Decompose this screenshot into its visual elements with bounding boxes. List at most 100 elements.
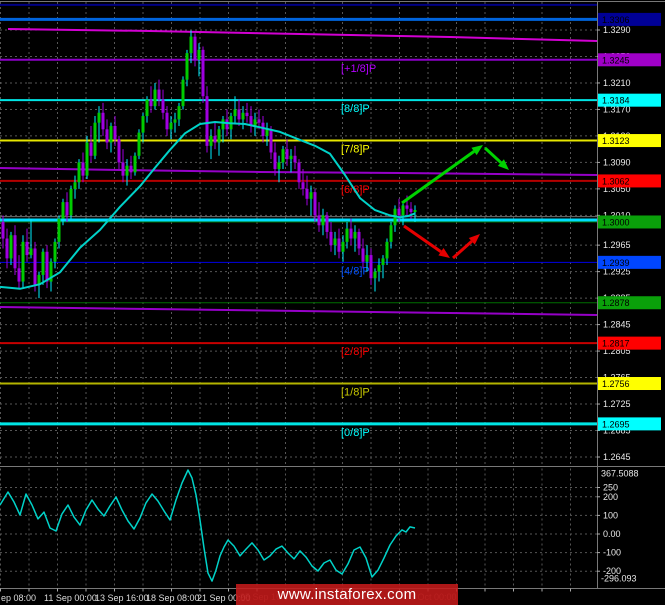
candle-body — [325, 215, 329, 232]
candle-body — [173, 119, 177, 123]
indicator-max-label: 367.5088 — [601, 469, 639, 479]
indicator-min-label: -296.093 — [601, 574, 637, 584]
candle-body — [45, 251, 49, 282]
candle-body — [277, 162, 281, 170]
green-pullback-arrow — [483, 146, 502, 164]
candle-body — [205, 96, 209, 146]
price-tick-label: 1.3210 — [603, 78, 631, 88]
time-label: 11 Sep 00:00 — [44, 593, 97, 603]
candle-body — [153, 89, 157, 107]
candle-body — [125, 165, 129, 176]
candle-body — [337, 238, 341, 252]
candle-body — [65, 202, 69, 216]
candle-body — [53, 241, 57, 262]
candle-body — [109, 125, 113, 143]
candle-body — [13, 235, 17, 269]
time-label: 18 Sep 08:00 — [146, 593, 200, 603]
price-level-badge-value: 1.3123 — [602, 136, 630, 146]
candle-body — [133, 155, 137, 173]
time-label: ep 08:00 — [1, 593, 36, 603]
candle-body — [77, 162, 81, 183]
candle-body — [181, 79, 185, 107]
candle-body — [241, 112, 245, 120]
candle-body — [81, 162, 85, 176]
candle-body — [165, 112, 169, 130]
candle-body — [89, 142, 93, 156]
watermark-banner: www.instaforex.com — [236, 584, 458, 605]
indicator-tick-label: 100 — [603, 510, 618, 520]
murrey-level-label: [7/8]P — [341, 144, 370, 156]
candlestick-chart[interactable]: [+1/8]P[8/8]P[7/8]P[6/8]P[4/8]P[2/8]P[1/… — [0, 0, 665, 605]
candle-body — [341, 241, 345, 252]
murrey-level-label: [4/8]P — [341, 265, 370, 277]
candle-body — [321, 215, 325, 226]
candle-body — [141, 116, 145, 133]
candle-body — [353, 231, 357, 239]
candle-body — [357, 231, 361, 249]
candle-body — [225, 119, 229, 130]
candle-body — [373, 271, 377, 279]
candle-body — [1, 221, 5, 239]
candle-body — [377, 265, 381, 272]
murrey-level-label: [1/8]P — [341, 387, 370, 399]
candle-body — [101, 112, 105, 130]
indicator-tick-label: 200 — [603, 492, 618, 502]
candle-body — [41, 251, 45, 275]
candle-body — [221, 119, 225, 130]
candle-body — [233, 109, 237, 117]
price-tick-label: 1.2725 — [603, 399, 631, 409]
candle-body — [269, 129, 273, 153]
indicator-axis[interactable]: 367.50882502001000.00-100-200-296.093 — [597, 469, 639, 584]
candle-body — [409, 208, 413, 213]
candle-body — [265, 129, 269, 136]
candle-body — [209, 135, 213, 146]
candle-body — [257, 119, 261, 123]
price-level-badge-value: 1.2695 — [602, 419, 630, 429]
price-level-badge-value: 1.3245 — [602, 55, 630, 65]
candle-body — [73, 182, 77, 189]
candle-body — [365, 255, 369, 262]
price-level-badge-value: 1.3062 — [602, 176, 630, 186]
candle-body — [17, 268, 21, 282]
candle-body — [245, 112, 249, 117]
grid — [0, 2, 597, 589]
candle-body — [397, 208, 401, 216]
candle-body — [289, 155, 293, 160]
candle-body — [189, 36, 193, 54]
candle-body — [285, 149, 289, 160]
candle-body — [385, 241, 389, 259]
candle-body — [57, 218, 61, 242]
murrey-level-label: [0/8]P — [341, 427, 370, 439]
green-up-arrow — [401, 150, 475, 205]
murrey-level-label: [8/8]P — [341, 103, 370, 115]
candle-body — [361, 248, 365, 262]
candle-body — [293, 155, 297, 163]
candle-body — [193, 36, 197, 60]
indicator-tick-label: 0.00 — [603, 529, 621, 539]
mt4-chart-window: [+1/8]P [8/8]P [7/8]P [6/8]P [4/8]P [2/8]P [1/… — [0, 0, 665, 605]
candle-body — [25, 241, 29, 256]
candle-body — [5, 238, 9, 259]
candle-body — [149, 99, 153, 107]
price-level-badge-value: 1.2878 — [602, 298, 630, 308]
candle-body — [197, 49, 201, 60]
time-label: 13 Sep 16:00 — [95, 593, 149, 603]
candle-body — [177, 106, 181, 120]
red-rebound-arrow — [452, 240, 473, 260]
price-tick-label: 1.2845 — [603, 320, 631, 330]
candle-body — [185, 53, 189, 80]
candle-body — [145, 99, 149, 117]
candle-body — [121, 162, 125, 176]
candle-body — [217, 129, 221, 143]
candle-body — [345, 228, 349, 242]
candle-body — [161, 99, 165, 113]
red-down-arrow — [403, 224, 442, 253]
price-axis[interactable]: 1.32901.32501.32101.31701.31301.30901.30… — [597, 12, 661, 462]
candle-body — [85, 142, 89, 176]
candle-body — [93, 122, 97, 156]
candle-body — [157, 89, 161, 100]
candle-body — [273, 152, 277, 170]
price-level-badge-value: 1.2817 — [602, 339, 630, 349]
candle-body — [389, 225, 393, 242]
price-level-badge-value: 1.3000 — [602, 217, 630, 227]
